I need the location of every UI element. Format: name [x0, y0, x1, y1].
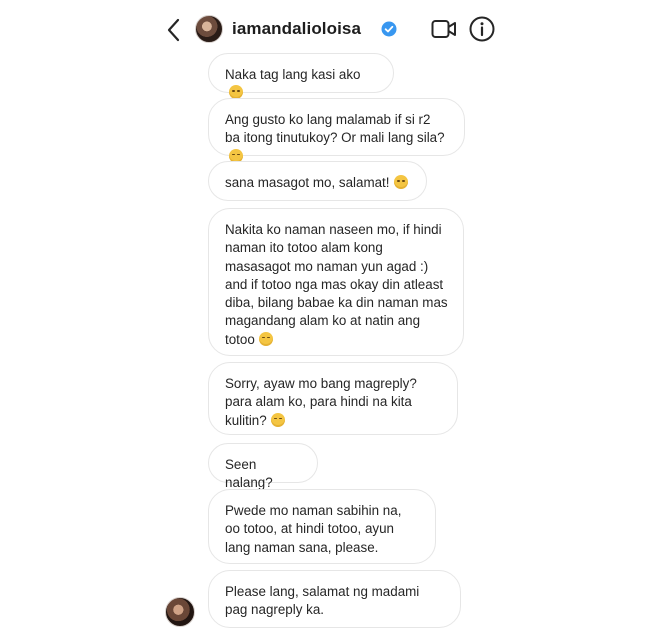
relieved-face-emoji-icon [258, 331, 273, 346]
relieved-face-emoji-icon [393, 175, 408, 189]
message-text: Seen nalang? [225, 457, 273, 491]
message-text: sana masagot mo, salamat! [225, 175, 390, 190]
message-bubble[interactable]: Please lang, salamat ng madami pag nagre… [208, 570, 461, 628]
message-bubble[interactable]: Sorry, ayaw mo bang magreply? para alam … [208, 362, 458, 435]
message-text: Naka tag lang kasi ako [225, 67, 361, 82]
info-icon[interactable] [469, 16, 495, 42]
avatar[interactable] [195, 15, 223, 43]
username[interactable]: iamandalioloisa [232, 19, 361, 39]
message-text: Sorry, ayaw mo bang magreply? para alam … [225, 376, 417, 428]
dm-conversation-screen: iamandalioloisa Naka tag lang kasi ako A… [155, 0, 507, 640]
chevron-left-icon[interactable] [163, 17, 185, 43]
message-bubble[interactable]: Pwede mo naman sabihin na, oo totoo, at … [208, 489, 436, 564]
message-bubble[interactable]: Nakita ko naman naseen mo, if hindi nama… [208, 208, 464, 356]
video-call-icon[interactable] [431, 18, 457, 40]
chat-header: iamandalioloisa [155, 0, 507, 58]
message-text: Please lang, salamat ng madami pag nagre… [225, 584, 420, 618]
message-text: Pwede mo naman sabihin na, oo totoo, at … [225, 503, 402, 555]
sender-avatar[interactable] [165, 597, 195, 627]
message-text: Ang gusto ko lang malamab if si r2 ba it… [225, 112, 445, 146]
relieved-face-emoji-icon [270, 412, 285, 427]
message-bubble[interactable]: Naka tag lang kasi ako [208, 53, 394, 100]
verified-badge-icon [381, 21, 397, 37]
message-bubble[interactable]: Ang gusto ko lang malamab if si r2 ba it… [208, 98, 465, 163]
message-bubble[interactable]: Seen nalang? [208, 443, 318, 490]
message-bubble[interactable]: sana masagot mo, salamat! [208, 161, 427, 201]
message-text: Nakita ko naman naseen mo, if hindi nama… [225, 222, 448, 347]
